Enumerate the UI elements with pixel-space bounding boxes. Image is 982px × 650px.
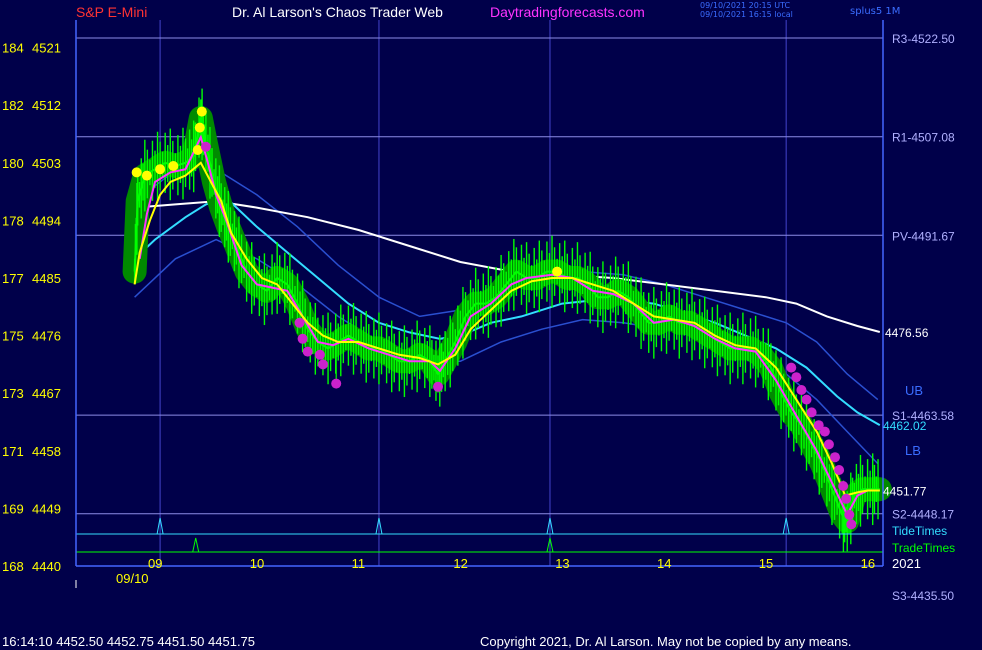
year-label: 2021: [892, 556, 921, 571]
magenta-dot-15: [823, 439, 834, 450]
price-tick-label: 4485: [32, 271, 61, 286]
magenta-dot-3: [302, 346, 313, 357]
price-tick-label: 4521: [32, 41, 61, 56]
magenta-dot-20: [844, 509, 855, 520]
price-tick-label: 4476: [32, 329, 61, 344]
level-label-2: PV-4491.67: [892, 229, 955, 243]
interval-label: splus5 1M: [850, 6, 901, 17]
chart-canvas: R3-4522.50R1-4507.08PV-4491.67S1-4463.58…: [2, 20, 955, 603]
magenta-dot-19: [841, 493, 852, 504]
chart-title: Dr. Al Larson's Chaos Trader Web: [232, 4, 443, 20]
magenta-dot-14: [819, 426, 830, 437]
copyright: Copyright 2021, Dr. Al Larson. May not b…: [480, 634, 852, 649]
date-label: 09/10: [116, 571, 149, 586]
value-label-0: 4476.56: [885, 326, 929, 340]
level-label-4: S2-4448.17: [892, 508, 954, 522]
yellow-dot-7: [552, 266, 563, 277]
value-label-2: 4451.77: [883, 485, 927, 499]
level-label-5: S3-4435.50: [892, 589, 954, 603]
x-tick-label: 11: [352, 556, 366, 571]
timestamp-local: 09/10/2021 16:15 local: [700, 10, 793, 19]
yellow-dot-6: [196, 106, 207, 117]
timestamp-utc: 09/10/2021 20:15 UTC: [700, 1, 791, 10]
magenta-dot-17: [834, 465, 845, 475]
x-tick-label: 14: [657, 556, 671, 571]
yellow-dot-1: [141, 170, 152, 181]
site-link[interactable]: Daytradingforecasts.com: [490, 4, 645, 20]
upper-band-label: UB: [905, 383, 923, 398]
x-tick-label: 12: [453, 556, 467, 571]
tide-times-label: TideTimes: [892, 524, 947, 538]
cycle-tick-label: 180: [2, 156, 24, 171]
x-tick-label: 09: [148, 556, 162, 571]
magenta-dot-21: [846, 519, 857, 530]
price-tick-label: 4440: [32, 559, 61, 574]
x-tick-label: 13: [555, 556, 569, 571]
x-tick-label: 15: [759, 556, 773, 571]
yellow-dot-3: [168, 161, 179, 171]
magenta-dot-16: [830, 452, 841, 463]
magenta-line: [138, 134, 880, 518]
cycle-tick-label: 173: [2, 386, 24, 401]
magenta-dot-4: [314, 349, 325, 360]
magenta-dot-9: [791, 372, 802, 383]
cycle-tick-label: 182: [2, 98, 24, 113]
yellow-dot-2: [155, 164, 166, 175]
cycle-tick-label: 169: [2, 501, 24, 516]
magenta-dot-10: [796, 385, 807, 395]
cycle-tick-label: 168: [2, 559, 24, 574]
magenta-dot-11: [801, 394, 812, 405]
chart-series: [122, 88, 892, 553]
magenta-dot-5: [317, 359, 328, 370]
yellow-dot-0: [131, 167, 142, 178]
time-markers: [76, 517, 883, 553]
price-tick-label: 4467: [32, 386, 61, 401]
magenta-dot-7: [433, 381, 444, 392]
level-label-1: R1-4507.08: [892, 131, 955, 145]
last-quote: 16:14:10 4452.50 4452.75 4451.50 4451.75: [2, 634, 256, 649]
trade-spike-0: [192, 537, 200, 553]
cycle-tick-label: 175: [2, 329, 24, 344]
level-label-0: R3-4522.50: [892, 32, 955, 46]
trade-times-label: TradeTimes: [892, 541, 955, 555]
value-label-1: 4462.02: [883, 419, 927, 433]
x-tick-label: 10: [250, 556, 264, 571]
cycle-tick-label: 171: [2, 444, 24, 459]
price-tick-label: 4494: [32, 213, 61, 228]
cycle-tick-label: 178: [2, 213, 24, 228]
price-tick-label: 4458: [32, 444, 61, 459]
price-tick-label: 4503: [32, 156, 61, 171]
magenta-dot-8: [786, 362, 797, 373]
magenta-dot-18: [838, 481, 849, 491]
cycle-tick-label: 184: [2, 41, 24, 56]
magenta-dot-12: [806, 407, 817, 418]
lower-band-label: LB: [905, 443, 921, 458]
magenta-dot-1: [294, 317, 305, 328]
symbol-title: S&P E-Mini: [76, 4, 148, 20]
price-tick-label: 4449: [32, 501, 61, 516]
cycle-tick-label: 177: [2, 271, 24, 286]
magenta-dot-6: [331, 378, 342, 389]
yellow-dot-5: [194, 122, 205, 133]
magenta-dot-2: [297, 333, 308, 344]
magenta-dot-0: [200, 141, 211, 152]
price-tick-label: 4512: [32, 98, 61, 113]
x-tick-label: 16: [861, 556, 875, 571]
